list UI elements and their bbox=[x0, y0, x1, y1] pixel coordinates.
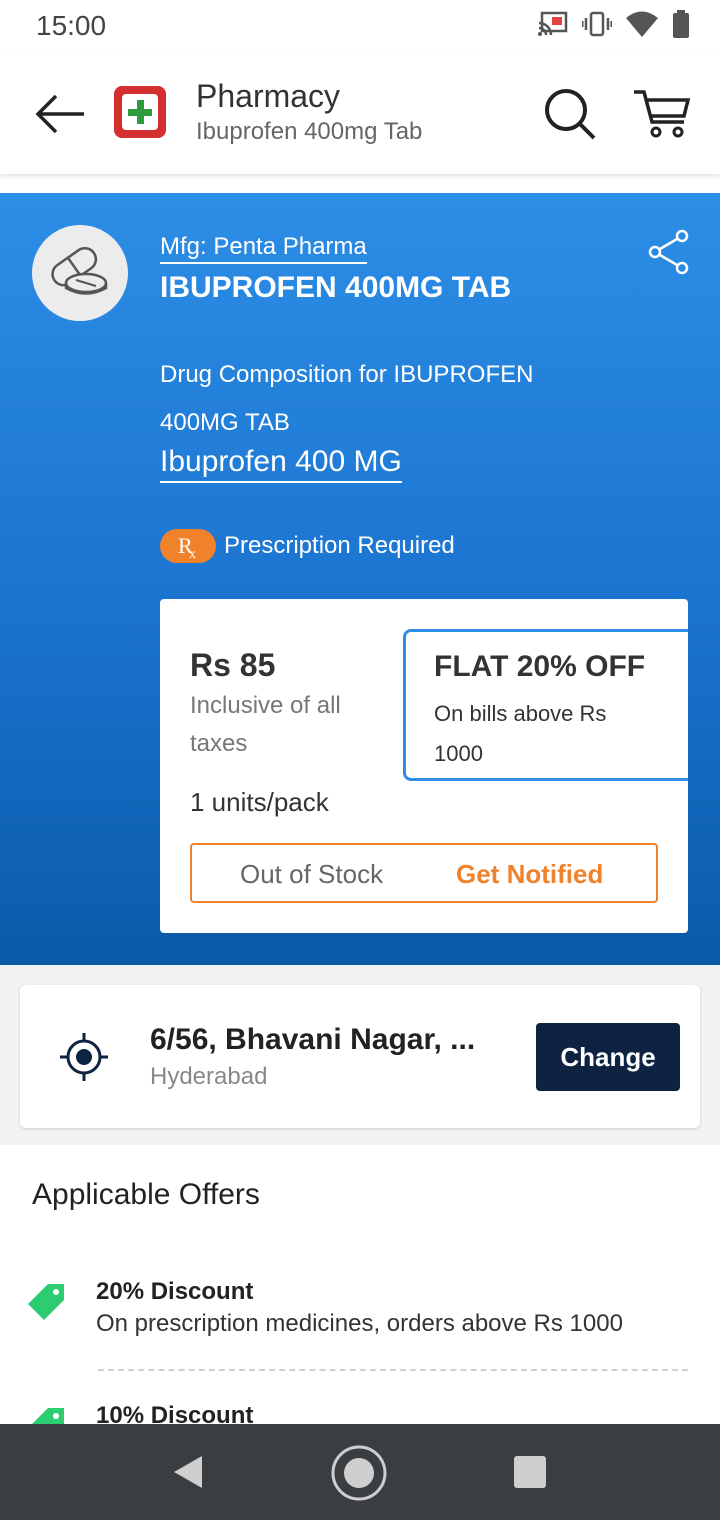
cart-icon bbox=[634, 90, 691, 138]
product-image bbox=[32, 225, 128, 321]
cart-button[interactable] bbox=[632, 86, 692, 142]
pharmacy-logo bbox=[114, 86, 166, 138]
composition-label: Drug Composition for IBUPROFEN 400MG TAB bbox=[160, 361, 534, 436]
nav-home-button[interactable] bbox=[330, 1444, 388, 1502]
salt-link[interactable]: Ibuprofen 400 MG bbox=[160, 445, 402, 483]
offer-list-item[interactable]: 10% Discount bbox=[0, 1402, 720, 1424]
app-bar: Pharmacy Ibuprofen 400mg Tab bbox=[0, 56, 720, 174]
pills-icon bbox=[51, 246, 108, 295]
search-icon bbox=[545, 89, 596, 140]
status-time: 15:00 bbox=[36, 10, 107, 41]
share-button[interactable] bbox=[646, 229, 692, 275]
delivery-address: 6/56, Bhavani Nagar, ... bbox=[150, 1023, 476, 1056]
wifi-icon bbox=[626, 11, 658, 37]
offer-description: On bills above Rs 1000 bbox=[434, 701, 607, 766]
page-subtitle: Ibuprofen 400mg Tab bbox=[196, 118, 423, 145]
battery-icon bbox=[673, 10, 689, 38]
product-name: IBUPROFEN 400MG TAB bbox=[160, 271, 512, 304]
back-button[interactable] bbox=[30, 90, 90, 138]
share-icon bbox=[648, 229, 689, 275]
location-card: 6/56, Bhavani Nagar, ... Hyderabad Chang… bbox=[20, 985, 700, 1128]
offers-title: Applicable Offers bbox=[32, 1178, 260, 1211]
rx-badge: R x bbox=[160, 529, 216, 563]
stock-status: Out of Stock bbox=[240, 859, 384, 889]
home-circle-icon bbox=[331, 1445, 387, 1501]
flat-offer-card[interactable]: FLAT 20% OFF On bills above Rs 1000 bbox=[403, 629, 688, 781]
page-title: Pharmacy bbox=[196, 78, 341, 114]
product-price: Rs 85 bbox=[190, 647, 276, 683]
get-notified-button[interactable]: Get Notified bbox=[456, 859, 603, 890]
cast-icon bbox=[538, 11, 568, 36]
offer-divider bbox=[98, 1369, 688, 1371]
location-target-icon bbox=[58, 1031, 110, 1083]
offer-description: On prescription medicines, orders above … bbox=[96, 1310, 623, 1337]
offer-title: FLAT 20% OFF bbox=[434, 650, 646, 683]
tag-icon bbox=[26, 1282, 66, 1322]
vibrate-icon bbox=[582, 11, 612, 37]
product-hero: Mfg: Penta Pharma IBUPROFEN 400MG TAB Dr… bbox=[0, 193, 720, 965]
svg-text:x: x bbox=[189, 547, 196, 562]
tax-note: Inclusive of all taxes bbox=[190, 692, 341, 757]
rx-icon: R x bbox=[178, 533, 196, 562]
manufacturer-link[interactable]: Mfg: Penta Pharma bbox=[160, 233, 367, 264]
stock-bar: Out of Stock Get Notified bbox=[190, 843, 658, 903]
offer-list-item[interactable]: 20% Discount On prescription medicines, … bbox=[0, 1278, 720, 1378]
pack-units: 1 units/pack bbox=[190, 787, 329, 817]
arrow-back-icon bbox=[35, 94, 84, 134]
search-button[interactable] bbox=[542, 86, 598, 142]
triangle-back-icon bbox=[174, 1456, 202, 1488]
price-card: Rs 85 Inclusive of all taxes 1 units/pac… bbox=[160, 599, 688, 933]
change-location-button[interactable]: Change bbox=[536, 1023, 680, 1091]
prescription-required: Prescription Required bbox=[224, 532, 455, 559]
offer-name: 20% Discount bbox=[96, 1278, 254, 1305]
status-bar: 15:00 bbox=[0, 0, 720, 56]
status-icons bbox=[538, 10, 690, 38]
tag-icon bbox=[26, 1406, 66, 1424]
delivery-city: Hyderabad bbox=[150, 1063, 268, 1090]
offer-name: 10% Discount bbox=[96, 1402, 254, 1424]
nav-recents-button[interactable] bbox=[514, 1456, 546, 1488]
system-nav-bar bbox=[0, 1424, 720, 1520]
nav-back-button[interactable] bbox=[170, 1454, 206, 1490]
